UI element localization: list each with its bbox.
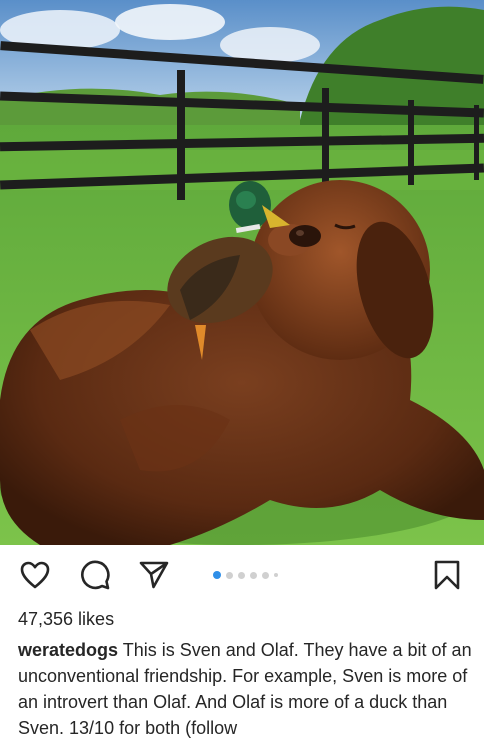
paper-plane-icon: [139, 561, 169, 589]
post-action-bar: [0, 545, 484, 605]
comment-button[interactable]: [79, 559, 111, 591]
save-button[interactable]: [431, 559, 463, 591]
post-caption: weratedogs This is Sven and Olaf. They h…: [18, 637, 476, 741]
carousel-dot: [238, 571, 245, 579]
bookmark-icon: [434, 560, 460, 590]
share-button[interactable]: [138, 559, 170, 591]
heart-icon: [20, 561, 50, 589]
caption-username[interactable]: weratedogs: [18, 640, 118, 660]
like-button[interactable]: [19, 559, 51, 591]
carousel-dot: [226, 571, 233, 579]
post-image[interactable]: [0, 0, 484, 545]
carousel-dot: [262, 571, 269, 579]
comment-bubble-icon: [81, 560, 110, 590]
carousel-dot-active: [213, 571, 221, 579]
carousel-dot: [274, 573, 278, 577]
carousel-dot: [250, 571, 257, 579]
likes-count[interactable]: 47,356 likes: [18, 609, 114, 630]
dog-and-duck-photo: [0, 0, 484, 545]
carousel-indicator: [213, 571, 278, 579]
